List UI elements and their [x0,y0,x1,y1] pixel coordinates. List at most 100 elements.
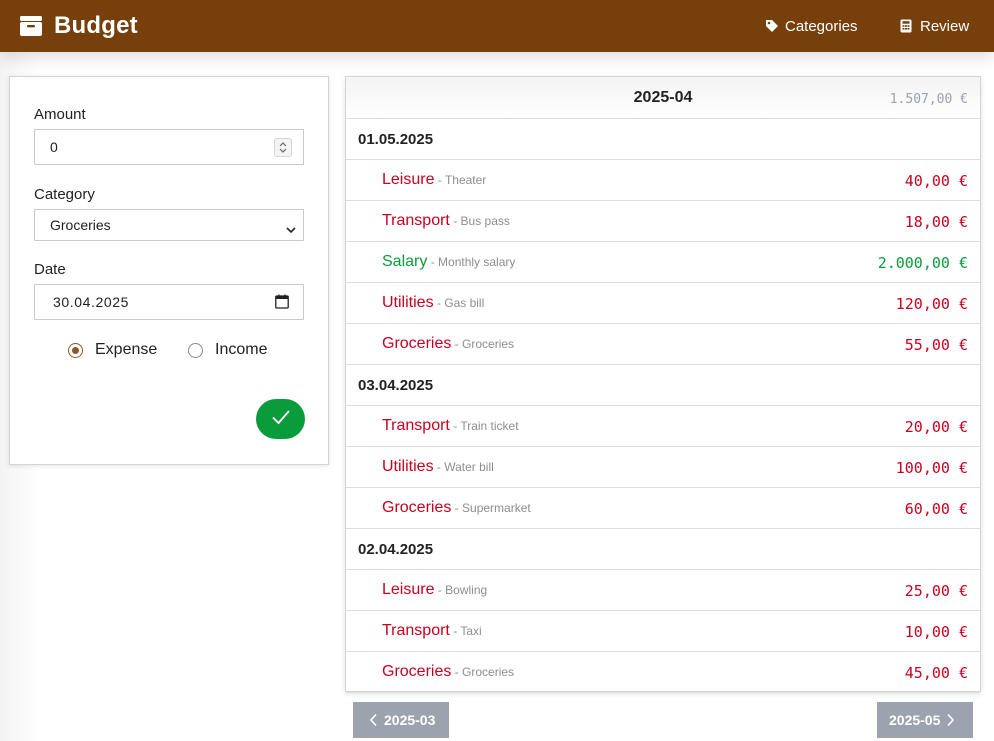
transaction-row[interactable]: Groceries - Supermarket 60,00 € [346,488,980,529]
date-value: 30.04.2025 [53,294,130,310]
transaction-title: Transport - Train ticket [382,417,519,435]
date-group-row: 01.05.2025 [346,119,980,160]
app-title: Budget [54,12,138,39]
transaction-description: Monthly salary [438,255,516,269]
transaction-row[interactable]: Transport - Taxi 10,00 € [346,611,980,652]
entry-form: Amount 0 Category Groceries Date 30.04.2… [9,76,329,465]
date-label: Date [34,261,66,278]
transaction-row[interactable]: Transport - Bus pass 18,00 € [346,201,980,242]
transaction-amount: 25,00 € [904,582,968,600]
group-date: 02.04.2025 [358,541,434,558]
expense-radio[interactable] [68,342,83,358]
brand[interactable]: Budget [19,11,138,41]
income-label: Income [215,341,268,358]
group-date: 01.05.2025 [358,131,434,148]
transaction-category: Transport [382,417,450,434]
transaction-amount: 40,00 € [904,172,968,190]
date-group-row: 02.04.2025 [346,529,980,570]
prev-month-label: 2025-03 [384,712,436,728]
transaction-category: Transport [382,622,450,639]
transaction-title: Groceries - Groceries [382,335,514,353]
prev-month-button[interactable]: 2025-03 [353,702,449,738]
transaction-amount: 120,00 € [895,295,968,313]
separator: - [433,460,445,474]
transaction-description: Groceries [462,665,515,679]
amount-value: 0 [50,139,58,155]
income-radio[interactable] [188,342,203,358]
transaction-description: Groceries [462,337,515,351]
top-navbar: Budget Categories Review [0,0,994,52]
submit-button[interactable] [256,399,305,439]
nav-review-label: Review [920,17,970,35]
nav-categories[interactable]: Categories [765,15,858,37]
next-month-button[interactable]: 2025-05 [877,702,973,738]
separator: - [451,337,463,351]
nav-review[interactable]: Review [900,15,969,37]
transaction-amount: 45,00 € [904,664,968,682]
group-date: 03.04.2025 [358,377,434,394]
date-group-row: 03.04.2025 [346,365,980,406]
expense-option[interactable]: Expense [68,339,157,361]
transaction-title: Utilities - Water bill [382,458,494,476]
next-month-label: 2025-05 [889,712,941,728]
chevron-down-icon [285,221,297,234]
separator: - [449,624,461,638]
category-select[interactable]: Groceries [34,209,304,241]
month-title: 2025-04 [633,89,693,106]
transaction-row[interactable]: Salary - Monthly salary 2.000,00 € [346,242,980,283]
transaction-amount: 18,00 € [904,213,968,231]
transaction-description: Bowling [445,583,488,597]
nav-categories-label: Categories [785,17,858,35]
transaction-category: Utilities [382,294,434,311]
transaction-category: Groceries [382,335,452,352]
transaction-category: Utilities [382,458,434,475]
transaction-category: Transport [382,212,450,229]
transaction-title: Leisure - Bowling [382,581,487,599]
transaction-description: Taxi [460,624,482,638]
transaction-category: Leisure [382,171,435,188]
transaction-amount: 60,00 € [904,500,968,518]
transaction-category: Groceries [382,499,452,516]
tag-icon [765,19,779,33]
transaction-description: Gas bill [444,296,485,310]
category-value: Groceries [50,217,111,233]
transaction-row[interactable]: Groceries - Groceries 45,00 € [346,652,980,693]
transaction-row[interactable]: Leisure - Theater 40,00 € [346,160,980,201]
transaction-amount: 20,00 € [904,418,968,436]
separator: - [451,665,463,679]
calculator-icon [900,19,914,33]
separator: - [449,419,461,433]
calendar-icon[interactable] [275,294,289,309]
transaction-amount: 2.000,00 € [877,254,968,272]
separator: - [434,583,446,597]
transaction-row[interactable]: Transport - Train ticket 20,00 € [346,406,980,447]
month-header: 2025-04 1.507,00 € [346,77,980,119]
transaction-row[interactable]: Utilities - Water bill 100,00 € [346,447,980,488]
transaction-category: Leisure [382,581,435,598]
transaction-description: Bus pass [460,214,510,228]
wallet-icon [19,15,43,37]
separator: - [451,501,463,515]
transaction-title: Transport - Taxi [382,622,482,640]
transaction-title: Leisure - Theater [382,171,486,189]
separator: - [427,255,439,269]
transaction-description: Train ticket [460,419,519,433]
transaction-description: Supermarket [462,501,531,515]
separator: - [449,214,461,228]
transaction-description: Water bill [444,460,494,474]
amount-stepper[interactable] [274,138,292,157]
transaction-row[interactable]: Leisure - Bowling 25,00 € [346,570,980,611]
income-option[interactable]: Income [188,339,267,361]
separator: - [433,296,445,310]
transaction-amount: 55,00 € [904,336,968,354]
transaction-row[interactable]: Groceries - Groceries 55,00 € [346,324,980,365]
amount-input[interactable]: 0 [34,129,304,165]
transaction-row[interactable]: Utilities - Gas bill 120,00 € [346,283,980,324]
month-total: 1.507,00 € [889,92,968,107]
amount-label: Amount [34,106,86,123]
date-input[interactable]: 30.04.2025 [34,284,304,320]
category-label: Category [34,186,95,203]
expense-label: Expense [95,341,158,358]
chevron-right-icon [946,713,955,727]
transaction-description: Theater [444,173,487,187]
